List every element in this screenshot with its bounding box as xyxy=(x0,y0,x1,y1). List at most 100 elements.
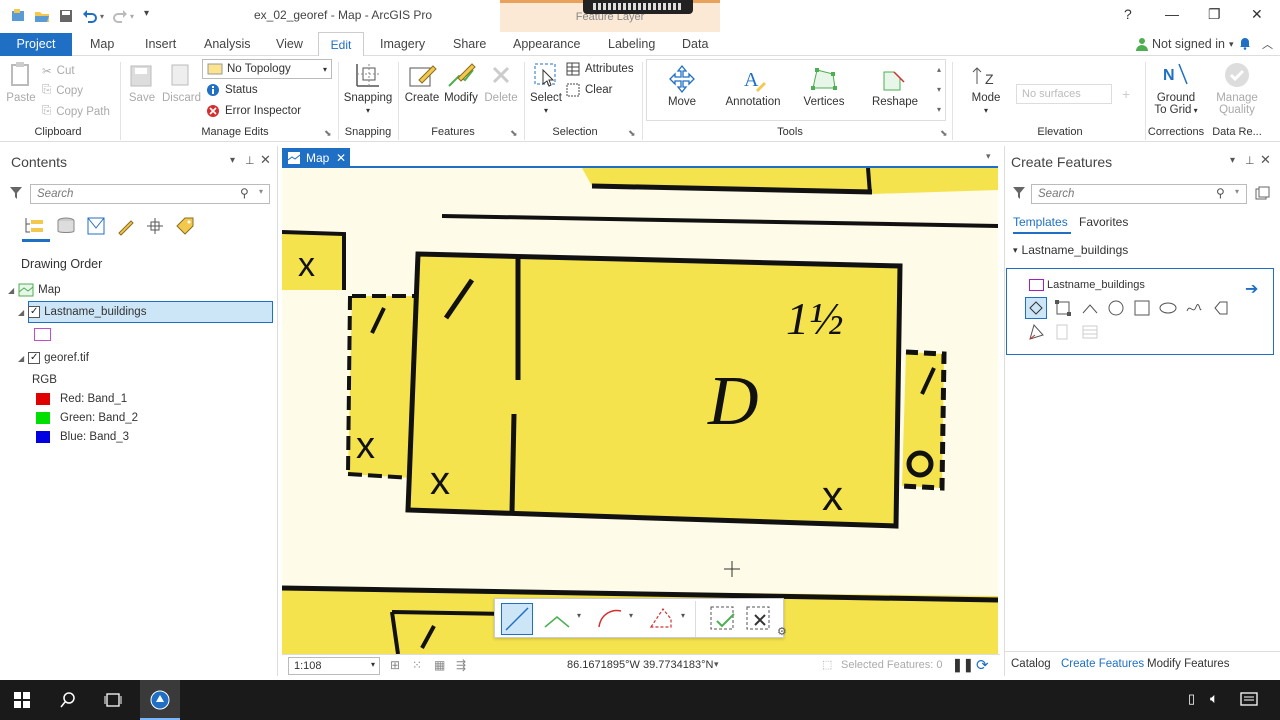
tree-item-map[interactable]: ◢ Map xyxy=(8,283,61,297)
arc-segment-icon[interactable] xyxy=(595,605,625,631)
coordinate-format-caret-icon[interactable]: ▾ xyxy=(714,659,719,670)
navigate-icon[interactable]: ⇶ xyxy=(456,658,466,672)
freehand-tool-icon[interactable] xyxy=(1185,299,1203,317)
pane-options-icon[interactable]: ▾ xyxy=(1230,155,1235,166)
elevation-mode-button[interactable]: Z Mode ▾ xyxy=(966,60,1006,116)
arcgis-pro-taskbar-button[interactable] xyxy=(140,680,180,720)
selection-launcher-icon[interactable]: ⬊ xyxy=(628,128,636,139)
modify-button[interactable]: Modify xyxy=(442,60,480,104)
tab-appearance[interactable]: Appearance xyxy=(513,37,580,51)
close-pane-icon[interactable]: ✕ xyxy=(260,152,271,168)
pin-icon[interactable]: ⊥ xyxy=(1245,154,1255,167)
search-icon[interactable]: ⚲ xyxy=(1216,186,1225,200)
refresh-icon[interactable]: ⟳ xyxy=(976,656,989,674)
tab-labeling[interactable]: Labeling xyxy=(608,37,655,51)
tab-templates[interactable]: Templates xyxy=(1013,215,1068,229)
tree-item-georef[interactable]: ◢ ✓ georef.tif xyxy=(18,352,89,364)
pane-options-icon[interactable]: ▾ xyxy=(230,155,235,166)
minimize-button[interactable]: — xyxy=(1165,6,1179,22)
contents-search-input[interactable]: Search xyxy=(30,184,270,204)
tool-caret-icon[interactable]: ▾ xyxy=(681,611,685,620)
customize-qat-icon[interactable]: ▾ xyxy=(144,8,149,24)
clear-selection-button[interactable]: Clear xyxy=(566,83,612,97)
search-options-caret-icon[interactable]: ▾ xyxy=(259,187,263,196)
windows-start-icon[interactable] xyxy=(14,692,30,708)
tab-view[interactable]: View xyxy=(276,37,303,51)
filter-icon[interactable] xyxy=(10,187,22,199)
annotation-tool-button[interactable]: A Annotation xyxy=(722,64,784,108)
list-by-data-source-icon[interactable] xyxy=(56,216,76,236)
active-template-arrow-icon[interactable]: ➔ xyxy=(1245,279,1258,299)
save-project-icon[interactable] xyxy=(58,8,74,24)
split-polygon-icon[interactable] xyxy=(1027,323,1045,341)
tool-caret-icon[interactable]: ▾ xyxy=(577,611,581,620)
close-pane-icon[interactable]: ✕ xyxy=(1260,152,1271,168)
error-inspector-button[interactable]: Error Inspector xyxy=(206,104,301,118)
polygon-tool-button[interactable] xyxy=(1025,297,1047,319)
layer-visibility-checkbox[interactable]: ✓ xyxy=(28,352,41,364)
tools-launcher-icon[interactable]: ⬊ xyxy=(940,128,948,139)
close-button[interactable]: ✕ xyxy=(1251,6,1263,23)
new-project-icon[interactable] xyxy=(10,8,26,24)
layer-visibility-checkbox[interactable]: ✓ xyxy=(28,306,41,318)
help-button[interactable]: ? xyxy=(1124,6,1132,22)
vertices-tool-button[interactable]: Vertices xyxy=(800,64,848,108)
table-icon[interactable]: ▦ xyxy=(434,658,445,672)
list-by-labeling-icon[interactable] xyxy=(175,216,195,236)
select-button[interactable]: Select ▾ xyxy=(528,60,564,116)
taskbar-search-icon[interactable] xyxy=(60,692,76,708)
list-by-drawing-order-icon[interactable] xyxy=(24,216,46,236)
tab-imagery[interactable]: Imagery xyxy=(380,37,425,51)
collapse-icon[interactable]: ◢ xyxy=(8,286,14,295)
rectangle-tool-icon[interactable] xyxy=(1054,299,1072,317)
tools-gallery-scroll[interactable]: ▴ ▾ ▾ xyxy=(932,60,946,120)
list-by-selection-icon[interactable] xyxy=(86,216,106,236)
task-view-icon[interactable] xyxy=(104,692,122,708)
filter-icon[interactable] xyxy=(1013,187,1025,199)
undo-caret-icon[interactable]: ▾ xyxy=(100,12,104,24)
move-tool-button[interactable]: Move xyxy=(660,64,704,108)
view-options-caret-icon[interactable]: ▾ xyxy=(986,151,991,162)
create-button[interactable]: Create xyxy=(403,60,441,104)
tab-project[interactable]: Project xyxy=(0,33,72,56)
status-button[interactable]: Status xyxy=(206,83,258,97)
snapping-button[interactable]: Snapping ▾ xyxy=(343,60,393,116)
collapse-icon[interactable]: ◢ xyxy=(18,308,24,317)
close-map-tab-icon[interactable]: ✕ xyxy=(336,148,346,168)
battery-icon[interactable]: ▯ xyxy=(1188,691,1195,707)
template-group-header[interactable]: ▾ Lastname_buildings xyxy=(1013,243,1128,257)
list-by-snapping-icon[interactable] xyxy=(145,216,165,236)
action-center-icon[interactable] xyxy=(1240,691,1258,709)
tab-analysis[interactable]: Analysis xyxy=(204,37,251,51)
right-angle-tool-icon[interactable] xyxy=(1081,299,1099,317)
grid-snap-icon[interactable]: ⁙ xyxy=(412,658,422,672)
tab-share[interactable]: Share xyxy=(453,37,486,51)
tab-data[interactable]: Data xyxy=(682,37,708,51)
templates-search-input[interactable]: Search xyxy=(1031,184,1247,204)
features-launcher-icon[interactable]: ⬊ xyxy=(510,128,518,139)
polygon-symbol-swatch[interactable] xyxy=(34,328,51,341)
notification-bell-icon[interactable] xyxy=(1238,36,1252,50)
right-angle-line-icon[interactable] xyxy=(543,607,573,631)
finish-sketch-icon[interactable] xyxy=(709,605,737,633)
recording-drag-handle[interactable] xyxy=(583,0,693,14)
toolbar-settings-icon[interactable]: ⚙ xyxy=(777,625,787,638)
trace-icon[interactable] xyxy=(647,605,677,631)
collapse-ribbon-icon[interactable]: ︿ xyxy=(1262,36,1273,52)
search-icon[interactable]: ⚲ xyxy=(240,186,249,200)
open-project-icon[interactable] xyxy=(34,8,50,24)
tab-modify-features[interactable]: Modify Features xyxy=(1147,658,1229,670)
group-collapse-icon[interactable]: ▾ xyxy=(1013,245,1018,256)
pause-drawing-icon[interactable]: ❚❚ xyxy=(952,657,974,673)
maximize-button[interactable]: ❐ xyxy=(1208,6,1221,23)
reshape-tool-button[interactable]: Reshape xyxy=(870,64,920,108)
map-view-tab[interactable]: Map ✕ xyxy=(282,148,350,168)
topology-dropdown[interactable]: No Topology ▾ xyxy=(202,59,332,79)
ellipse-tool-icon[interactable] xyxy=(1159,299,1177,317)
pin-icon[interactable]: ⊥ xyxy=(245,154,255,167)
manage-edits-launcher-icon[interactable]: ⬊ xyxy=(324,128,332,139)
collapse-icon[interactable]: ◢ xyxy=(18,354,24,363)
tab-edit[interactable]: Edit xyxy=(318,32,364,57)
list-by-editing-icon[interactable] xyxy=(116,216,136,236)
cancel-sketch-icon[interactable] xyxy=(745,605,773,633)
